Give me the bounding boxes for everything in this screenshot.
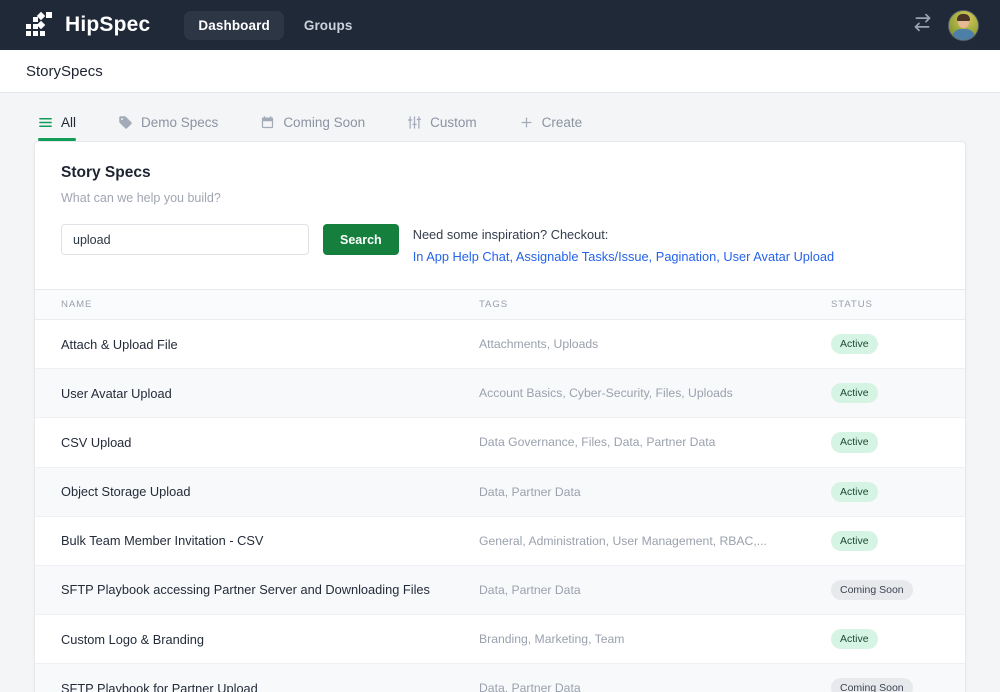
cell-name: CSV Upload: [35, 417, 479, 468]
top-navbar: HipSpec Dashboard Groups: [0, 0, 1000, 50]
nav-links: Dashboard Groups: [184, 10, 367, 40]
table-row[interactable]: Attach & Upload File Attachments, Upload…: [35, 319, 965, 370]
table-row[interactable]: SFTP Playbook for Partner Upload Data, P…: [35, 663, 965, 692]
table-row[interactable]: SFTP Playbook accessing Partner Server a…: [35, 565, 965, 616]
page-header: StorySpecs: [0, 50, 1000, 93]
status-badge: Active: [831, 432, 878, 453]
cell-tags: General, Administration, User Management…: [479, 516, 831, 566]
cell-name: Custom Logo & Branding: [35, 614, 479, 665]
cell-status: Coming Soon: [831, 565, 965, 616]
column-header-status: STATUS: [831, 289, 965, 321]
nav-link-groups[interactable]: Groups: [290, 11, 367, 40]
table-row[interactable]: Custom Logo & Branding Branding, Marketi…: [35, 614, 965, 665]
inspiration-links: In App Help Chat, Assignable Tasks/Issue…: [412, 249, 835, 265]
status-badge: Active: [831, 481, 878, 502]
cell-tags: Data, Partner Data: [479, 663, 831, 692]
table-row[interactable]: Bulk Team Member Invitation - CSV Genera…: [35, 516, 965, 566]
cell-tags: Data, Partner Data: [479, 565, 831, 616]
card-header: Story Specs What can we help you build?: [35, 142, 965, 205]
cell-status: Active: [831, 614, 965, 665]
card-subtitle: What can we help you build?: [61, 191, 221, 205]
tab-all-label: All: [61, 114, 77, 130]
status-badge: Active: [831, 334, 878, 355]
inspiration-block: Need some inspiration? Checkout: In App …: [413, 224, 834, 267]
search-button[interactable]: Search: [323, 224, 399, 255]
cell-status: Coming Soon: [831, 663, 965, 692]
inspiration-link-pagination[interactable]: Pagination: [656, 249, 716, 264]
status-badge: Coming Soon: [831, 678, 913, 692]
brand[interactable]: HipSpec: [26, 11, 150, 39]
story-specs-card: Story Specs What can we help you build? …: [34, 141, 966, 692]
search-row: Search Need some inspiration? Checkout: …: [35, 205, 965, 289]
status-badge: Active: [831, 629, 878, 650]
status-badge: Coming Soon: [831, 579, 913, 601]
cell-tags: Account Basics, Cyber-Security, Files, U…: [479, 368, 831, 419]
tab-custom[interactable]: Custom: [407, 115, 497, 141]
table-row[interactable]: CSV Upload Data Governance, Files, Data,…: [35, 417, 965, 468]
inspiration-link-assignable-tasks-issue[interactable]: Assignable Tasks/Issue: [516, 249, 649, 264]
cell-name: Bulk Team Member Invitation - CSV: [35, 516, 479, 566]
cell-status: Active: [831, 516, 965, 566]
cell-status: Active: [831, 368, 965, 419]
swap-arrows-icon[interactable]: [912, 12, 933, 38]
cell-name: SFTP Playbook accessing Partner Server a…: [35, 565, 479, 616]
column-header-name: NAME: [35, 289, 479, 321]
card-title: Story Specs: [61, 164, 151, 181]
cell-tags: Attachments, Uploads: [479, 319, 831, 370]
cell-status: Active: [831, 417, 965, 468]
tab-demo-specs-label: Demo Specs: [141, 114, 219, 130]
cell-name: SFTP Playbook for Partner Upload: [35, 663, 479, 692]
status-badge: Active: [831, 530, 878, 551]
tab-coming-soon-label: Coming Soon: [283, 114, 366, 130]
cell-status: Active: [831, 467, 965, 517]
inspiration-label: Need some inspiration? Checkout:: [412, 227, 609, 242]
search-input[interactable]: [61, 224, 309, 255]
tab-create-label: Create: [541, 114, 583, 130]
tab-custom-label: Custom: [430, 114, 477, 130]
cell-name: User Avatar Upload: [35, 368, 479, 419]
brand-name: HipSpec: [65, 13, 151, 36]
column-header-tags: TAGS: [479, 289, 831, 321]
cell-name: Attach & Upload File: [35, 319, 479, 370]
table-body: Attach & Upload File Attachments, Upload…: [35, 319, 965, 692]
tab-all[interactable]: All: [38, 115, 96, 141]
navbar-right-actions: [912, 10, 978, 40]
story-specs-table: NAME TAGS STATUS Attach & Upload File At…: [35, 289, 965, 692]
table-head: NAME TAGS STATUS: [35, 289, 965, 321]
status-badge: Active: [831, 383, 878, 404]
grid-diamond-logo-icon: [26, 11, 54, 39]
inspiration-link-user-avatar-upload[interactable]: User Avatar Upload: [723, 249, 834, 264]
cell-tags: Branding, Marketing, Team: [479, 614, 831, 665]
tab-bar: All Demo Specs Coming Soon Custom Create: [0, 93, 1000, 141]
table-row[interactable]: Object Storage Upload Data, Partner Data…: [35, 467, 965, 517]
cell-tags: Data, Partner Data: [479, 467, 831, 517]
avatar[interactable]: [949, 10, 978, 40]
cell-name: Object Storage Upload: [35, 467, 479, 517]
cell-status: Active: [831, 319, 965, 370]
tab-coming-soon[interactable]: Coming Soon: [260, 115, 385, 141]
cell-tags: Data Governance, Files, Data, Partner Da…: [479, 417, 831, 468]
inspiration-link-in-app-help-chat[interactable]: In App Help Chat: [413, 249, 510, 264]
nav-link-dashboard[interactable]: Dashboard: [184, 10, 284, 40]
tab-create[interactable]: Create: [519, 115, 603, 141]
table-header-row: NAME TAGS STATUS: [35, 289, 965, 321]
page-title: StorySpecs: [26, 62, 103, 80]
tab-demo-specs[interactable]: Demo Specs: [118, 115, 238, 141]
table-row[interactable]: User Avatar Upload Account Basics, Cyber…: [35, 368, 965, 419]
